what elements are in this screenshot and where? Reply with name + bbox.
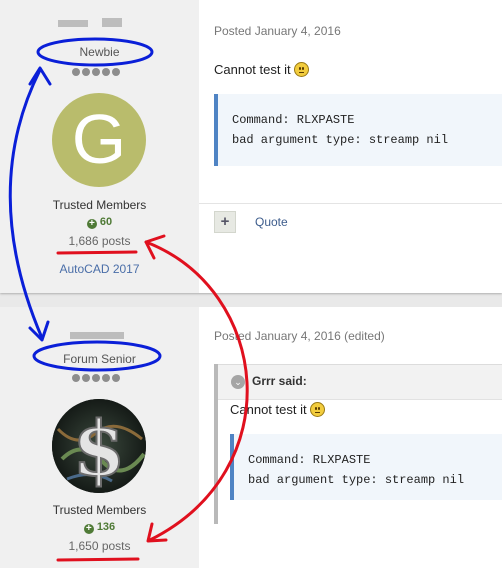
dollar-sign-avatar-icon: $	[52, 399, 146, 493]
post-content: Posted January 4, 2016 (edited) ⌄ Grrr s…	[199, 307, 502, 568]
avatar[interactable]: G	[52, 93, 146, 187]
user-group: Trusted Members	[52, 198, 147, 212]
reputation: +136	[0, 521, 199, 534]
post-content: Posted January 4, 2016 Cannot test it Co…	[199, 0, 502, 293]
user-rank: Newbie	[79, 45, 120, 59]
svg-text:$: $	[73, 404, 126, 493]
sad-face-icon	[293, 62, 309, 77]
redacted-username	[102, 18, 122, 27]
post-date[interactable]: Posted January 4, 2016	[214, 24, 341, 38]
quote-header[interactable]: ⌄ Grrr said:	[218, 364, 502, 400]
divider	[199, 203, 502, 204]
post-date[interactable]: Posted January 4, 2016 (edited)	[214, 329, 385, 343]
rank-pips	[72, 68, 120, 76]
sad-face-icon	[309, 402, 325, 417]
software-version: AutoCAD 2017	[59, 262, 140, 276]
user-rank: Forum Senior	[63, 352, 136, 366]
quote-code-block: Command: RLXPASTE bad argument type: str…	[230, 434, 502, 500]
reputation: +60	[0, 216, 199, 229]
post-body: Cannot test it	[214, 62, 309, 77]
redacted-username	[58, 20, 88, 27]
redacted-username	[70, 332, 124, 339]
avatar[interactable]: $	[52, 399, 146, 493]
quote-text: Cannot test it	[230, 402, 325, 417]
plus-icon: +	[86, 219, 97, 229]
author-panel: Newbie G Trusted Members +60 1,686 posts…	[0, 0, 199, 293]
quote-block: ⌄ Grrr said: Cannot test it Command: RLX…	[214, 364, 502, 524]
quote-author: Grrr said:	[252, 374, 307, 388]
chevron-down-icon[interactable]: ⌄	[231, 375, 245, 389]
author-panel: Forum Senior $ Trusted Members +136 1,65…	[0, 307, 199, 568]
rank-pips	[72, 374, 120, 382]
plus-icon: +	[83, 524, 94, 534]
code-block: Command: RLXPASTE bad argument type: str…	[214, 94, 502, 166]
avatar-letter: G	[71, 100, 127, 178]
post-count[interactable]: 1,686 posts	[0, 234, 199, 248]
reaction-plus-button[interactable]: +	[214, 211, 236, 233]
quote-button[interactable]: Quote	[255, 215, 288, 229]
post-1: Newbie G Trusted Members +60 1,686 posts…	[0, 0, 502, 293]
post-count[interactable]: 1,650 posts	[0, 539, 199, 553]
post-2: Forum Senior $ Trusted Members +136 1,65…	[0, 307, 502, 568]
user-group: Trusted Members	[52, 503, 147, 517]
